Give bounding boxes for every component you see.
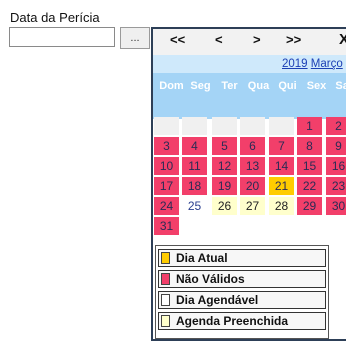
weekday-header: Sex [306, 80, 327, 92]
day-cell: 9 [326, 137, 346, 155]
empty-day-cell [212, 117, 237, 135]
legend-label: Dia Agendável [176, 293, 259, 307]
legend-swatch [161, 315, 170, 327]
day-cell: 16 [326, 157, 346, 175]
empty-day-cell [240, 117, 265, 135]
month-link[interactable]: Março [311, 58, 343, 70]
day-cell: 12 [212, 157, 237, 175]
legend-item: Dia Agendável [158, 291, 326, 309]
legend-label: Dia Atual [176, 251, 228, 265]
empty-day-cell [269, 117, 294, 135]
next-year-button[interactable]: >> [286, 32, 301, 47]
day-cell: 29 [297, 197, 322, 215]
calendar-legend: Dia Atual Não Válidos Dia Agendável Agenda … [155, 245, 329, 339]
close-calendar-button[interactable]: X [339, 31, 346, 48]
day-cell[interactable]: 21 [269, 177, 294, 195]
day-cell: 31 [154, 217, 179, 235]
day-cell: 17 [154, 177, 179, 195]
legend-item: Agenda Preenchida [158, 312, 326, 330]
month-year-selector: 2019 Março [282, 58, 343, 70]
year-link[interactable]: 2019 [282, 58, 308, 70]
day-cell: 18 [182, 177, 207, 195]
day-cell: 10 [154, 157, 179, 175]
weekday-header: Qua [247, 80, 270, 92]
day-cell[interactable]: 25 [182, 197, 207, 215]
day-cell: 7 [269, 137, 294, 155]
prev-month-button[interactable]: < [215, 32, 223, 47]
day-cell: 24 [154, 197, 179, 215]
day-cell: 30 [326, 197, 346, 215]
day-cell[interactable]: 27 [240, 197, 265, 215]
day-cell: 4 [182, 137, 207, 155]
day-cell: 3 [154, 137, 179, 155]
calendar-nav: << < > >> X [153, 29, 346, 55]
empty-day-cell [182, 117, 207, 135]
day-cell: 11 [182, 157, 207, 175]
legend-label: Não Válidos [176, 272, 245, 286]
weekday-header: Seg [190, 80, 211, 92]
day-cell: 8 [297, 137, 322, 155]
day-cell: 14 [269, 157, 294, 175]
weekday-header: Dom [159, 80, 184, 92]
calendar-popup: << < > >> X 2019 Março DomSegTerQuaQuiSe… [151, 27, 346, 341]
legend-label: Agenda Preenchida [176, 314, 289, 328]
empty-day-cell [154, 117, 179, 135]
day-cell: 1 [297, 117, 322, 135]
legend-swatch [161, 273, 170, 285]
day-cell: 22 [297, 177, 322, 195]
next-month-button[interactable]: > [253, 32, 261, 47]
open-calendar-button[interactable]: ... [120, 27, 150, 49]
month-year-strip: 2019 Março [153, 55, 346, 73]
day-cell: 13 [240, 157, 265, 175]
date-input[interactable] [9, 27, 115, 47]
weekday-header: Ter [221, 80, 238, 92]
legend-item: Dia Atual [158, 249, 326, 267]
day-cell[interactable]: 26 [212, 197, 237, 215]
day-cell[interactable]: 28 [269, 197, 294, 215]
date-field-label: Data da Perícia [10, 10, 100, 25]
legend-swatch [161, 252, 170, 264]
day-cell: 2 [326, 117, 346, 135]
weekday-header: Sab [335, 80, 346, 92]
day-cell: 23 [326, 177, 346, 195]
weekday-header: Qui [278, 80, 297, 92]
day-cell: 19 [212, 177, 237, 195]
day-cell: 15 [297, 157, 322, 175]
calendar-header: 2019 Março Dom Seg Ter Qua Qui Sex Sab [153, 55, 346, 119]
day-cell: 20 [240, 177, 265, 195]
weekday-header-row: Dom Seg Ter Qua Qui Sex Sab [157, 80, 346, 98]
day-cell: 5 [212, 137, 237, 155]
prev-year-button[interactable]: << [170, 32, 185, 47]
legend-swatch [161, 294, 170, 306]
day-cell: 6 [240, 137, 265, 155]
legend-item: Não Válidos [158, 270, 326, 288]
